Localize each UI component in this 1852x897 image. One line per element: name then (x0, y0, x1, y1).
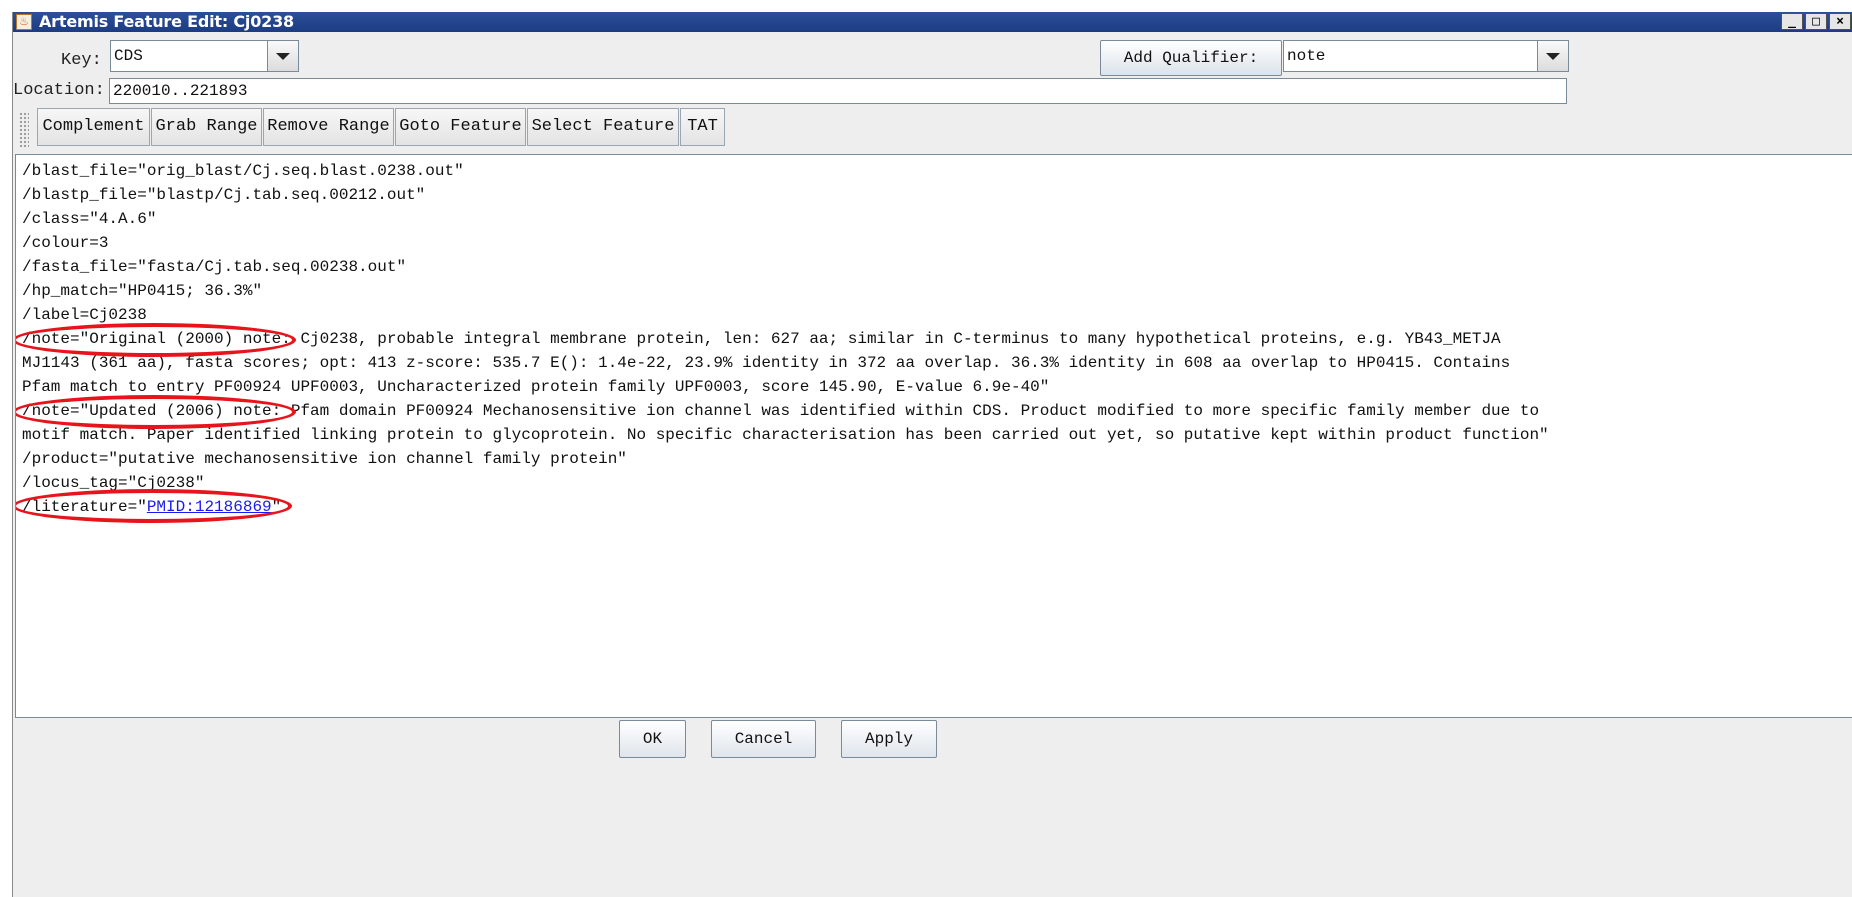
java-app-icon: ♨ (16, 14, 32, 30)
chevron-down-icon[interactable] (1537, 41, 1568, 71)
close-button[interactable]: × (1829, 13, 1851, 30)
tat-button[interactable]: TAT (680, 108, 725, 146)
qualifier-line: /fasta_file="fasta/Cj.tab.seq.00238.out" (22, 258, 407, 276)
qualifier-select[interactable]: note (1283, 40, 1569, 72)
chevron-down-icon[interactable] (267, 41, 298, 71)
qualifier-line: /product="putative mechanosensitive ion … (22, 450, 627, 468)
qualifier-line: motif match. Paper identified linking pr… (22, 426, 1549, 444)
cancel-button[interactable]: Cancel (711, 720, 816, 758)
qualifier-line: /class="4.A.6" (22, 210, 157, 228)
qualifier-line: /colour=3 (22, 234, 109, 252)
grab-range-button[interactable]: Grab Range (151, 108, 262, 146)
remove-range-button[interactable]: Remove Range (263, 108, 394, 146)
qualifier-select-value: note (1287, 47, 1326, 65)
location-label: Location: (13, 81, 105, 100)
minimize-button[interactable]: _ (1781, 13, 1803, 30)
window-controls: _ □ × (1779, 13, 1851, 31)
title-bar[interactable]: ♨ Artemis Feature Edit: Cj0238 _ □ × (13, 12, 1852, 32)
toolbar-grip[interactable] (19, 112, 29, 148)
qualifier-line: /blast_file="orig_blast/Cj.seq.blast.023… (22, 162, 464, 180)
window-title: Artemis Feature Edit: Cj0238 (39, 12, 294, 31)
qualifier-line: MJ1143 (361 aa), fasta scores; opt: 413 … (22, 354, 1511, 372)
apply-button[interactable]: Apply (841, 720, 937, 758)
highlight-ellipse (16, 489, 292, 523)
highlight-ellipse (16, 395, 296, 429)
maximize-button[interactable]: □ (1805, 13, 1827, 30)
highlight-ellipse (16, 323, 296, 357)
qualifier-line: /hp_match="HP0415; 36.3%" (22, 282, 263, 300)
key-select-value: CDS (114, 47, 143, 65)
ok-button[interactable]: OK (619, 720, 686, 758)
add-qualifier-button[interactable]: Add Qualifier: (1100, 40, 1282, 76)
location-field[interactable]: 220010..221893 (109, 78, 1567, 104)
goto-feature-button[interactable]: Goto Feature (395, 108, 526, 146)
key-select[interactable]: CDS (110, 40, 299, 72)
complement-button[interactable]: Complement (37, 108, 150, 146)
key-label: Key: (61, 51, 102, 70)
qualifier-text-area[interactable]: /blast_file="orig_blast/Cj.seq.blast.023… (15, 154, 1852, 718)
qualifier-line: /blastp_file="blastp/Cj.tab.seq.00212.ou… (22, 186, 426, 204)
select-feature-button[interactable]: Select Feature (527, 108, 679, 146)
feature-edit-window: ♨ Artemis Feature Edit: Cj0238 _ □ × Key… (12, 12, 1852, 897)
